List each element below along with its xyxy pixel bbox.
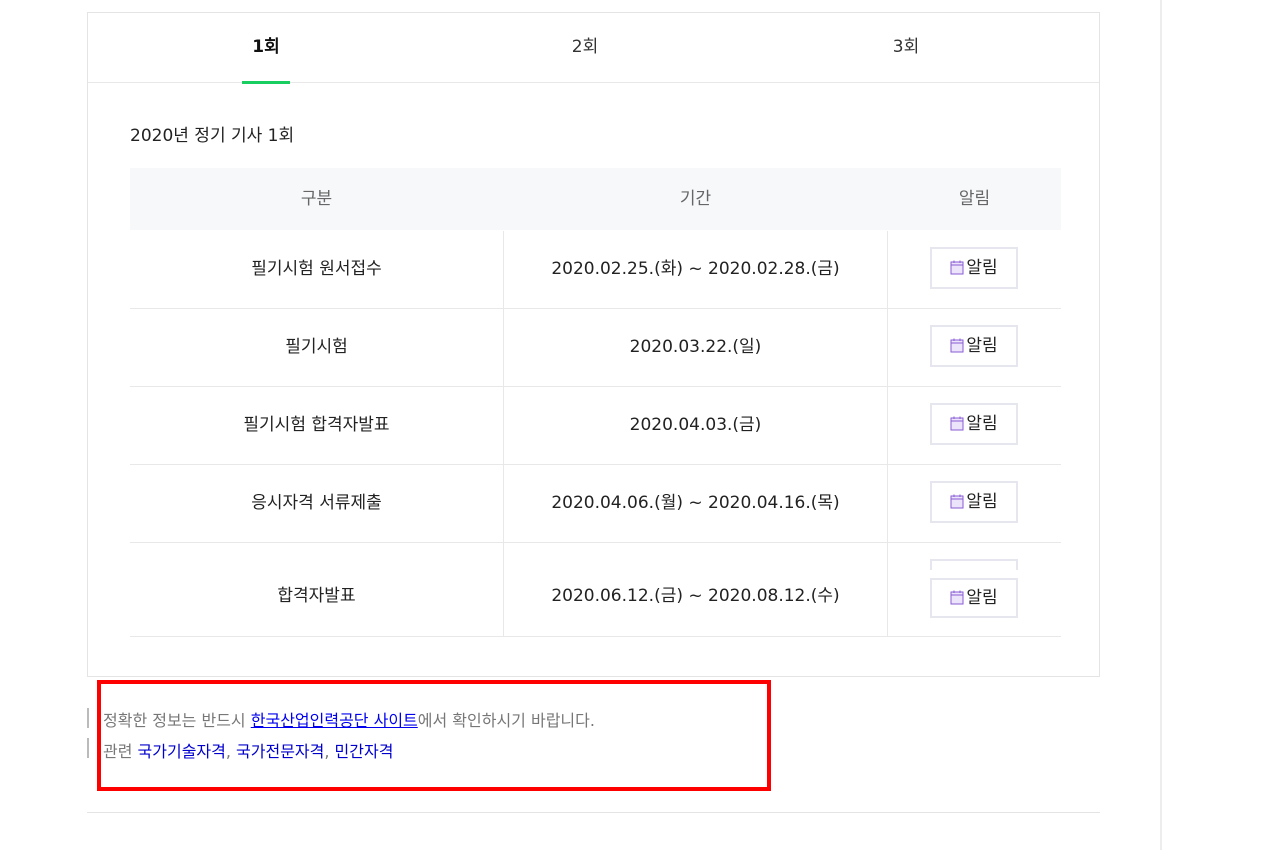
alarm-button[interactable]: 알림 <box>930 481 1018 523</box>
tab-round-2[interactable]: 2회 <box>525 13 645 82</box>
row-period: 2020.04.06.(월) ~ 2020.04.16.(목) <box>503 465 888 542</box>
table-row: 합격자발표 2020.06.12.(금) ~ 2020.08.12.(수) 알림 <box>130 570 1061 637</box>
row-alarm-cell: 알림 <box>888 387 1061 464</box>
row-type: 필기시험 원서접수 <box>251 259 382 279</box>
calendar-icon <box>950 338 964 353</box>
alarm-label: 알림 <box>966 492 998 512</box>
row-type: 필기시험 <box>285 337 348 357</box>
table-row: 필기시험 합격자발표 2020.04.03.(금) 알림 <box>130 387 1061 465</box>
section-divider <box>87 812 1100 813</box>
alarm-label: 알림 <box>966 414 998 434</box>
calendar-icon <box>950 260 964 275</box>
exam-schedule-panel: 1회 2회 3회 2020년 정기 기사 1회 구분 기간 알림 필기시험 원서… <box>87 12 1100 677</box>
row-type: 합격자발표 <box>277 586 356 606</box>
tab-round-1[interactable]: 1회 <box>206 13 326 84</box>
highlight-box <box>97 680 771 791</box>
tab-label: 3회 <box>892 37 920 57</box>
row-period: 2020.02.25.(화) ~ 2020.02.28.(금) <box>503 231 888 308</box>
alarm-button[interactable]: 알림 <box>930 247 1018 289</box>
alarm-button[interactable]: 알림 <box>930 325 1018 367</box>
tab-round-3[interactable]: 3회 <box>846 13 966 82</box>
calendar-icon <box>950 416 964 431</box>
alarm-button[interactable]: 알림 <box>930 578 1018 618</box>
alarm-button[interactable]: 알림 <box>930 403 1018 445</box>
row-period: 2020.03.22.(일) <box>503 309 888 386</box>
tab-label: 2회 <box>571 37 599 57</box>
alarm-label: 알림 <box>966 588 998 608</box>
row-period: 2020.06.12.(금) ~ 2020.08.12.(수) <box>503 570 888 636</box>
column-header-alarm: 알림 <box>958 189 991 209</box>
table-row: 응시자격 서류제출 2020.04.06.(월) ~ 2020.04.16.(목… <box>130 465 1061 543</box>
alarm-label: 알림 <box>966 258 998 278</box>
round-tabs: 1회 2회 3회 <box>88 13 1099 84</box>
row-alarm-cell: 알림 <box>888 309 1061 386</box>
table-row: 필기시험 2020.03.22.(일) 알림 <box>130 309 1061 387</box>
right-divider <box>1160 0 1162 850</box>
notice-bullet-bar <box>87 738 89 758</box>
row-type: 응시자격 서류제출 <box>251 493 382 513</box>
calendar-icon <box>950 494 964 509</box>
tab-label: 1회 <box>252 37 280 57</box>
schedule-rows: 필기시험 원서접수 2020.02.25.(화) ~ 2020.02.28.(금… <box>130 231 1061 578</box>
schedule-title: 2020년 정기 기사 1회 <box>130 126 295 146</box>
calendar-icon <box>950 590 964 605</box>
row-alarm-cell: 알림 <box>888 465 1061 542</box>
notice-bullet-bar <box>87 708 89 728</box>
row-alarm-cell: 알림 <box>888 231 1061 308</box>
alarm-label: 알림 <box>966 336 998 356</box>
table-header: 구분 기간 알림 <box>130 168 1061 230</box>
column-header-type: 구분 <box>300 189 333 209</box>
row-alarm-cell: 알림 <box>888 570 1061 636</box>
active-tab-indicator <box>242 81 290 84</box>
row-period: 2020.04.03.(금) <box>503 387 888 464</box>
table-row: 필기시험 원서접수 2020.02.25.(화) ~ 2020.02.28.(금… <box>130 231 1061 309</box>
column-header-period: 기간 <box>679 189 712 209</box>
row-type: 필기시험 합격자발표 <box>243 415 390 435</box>
